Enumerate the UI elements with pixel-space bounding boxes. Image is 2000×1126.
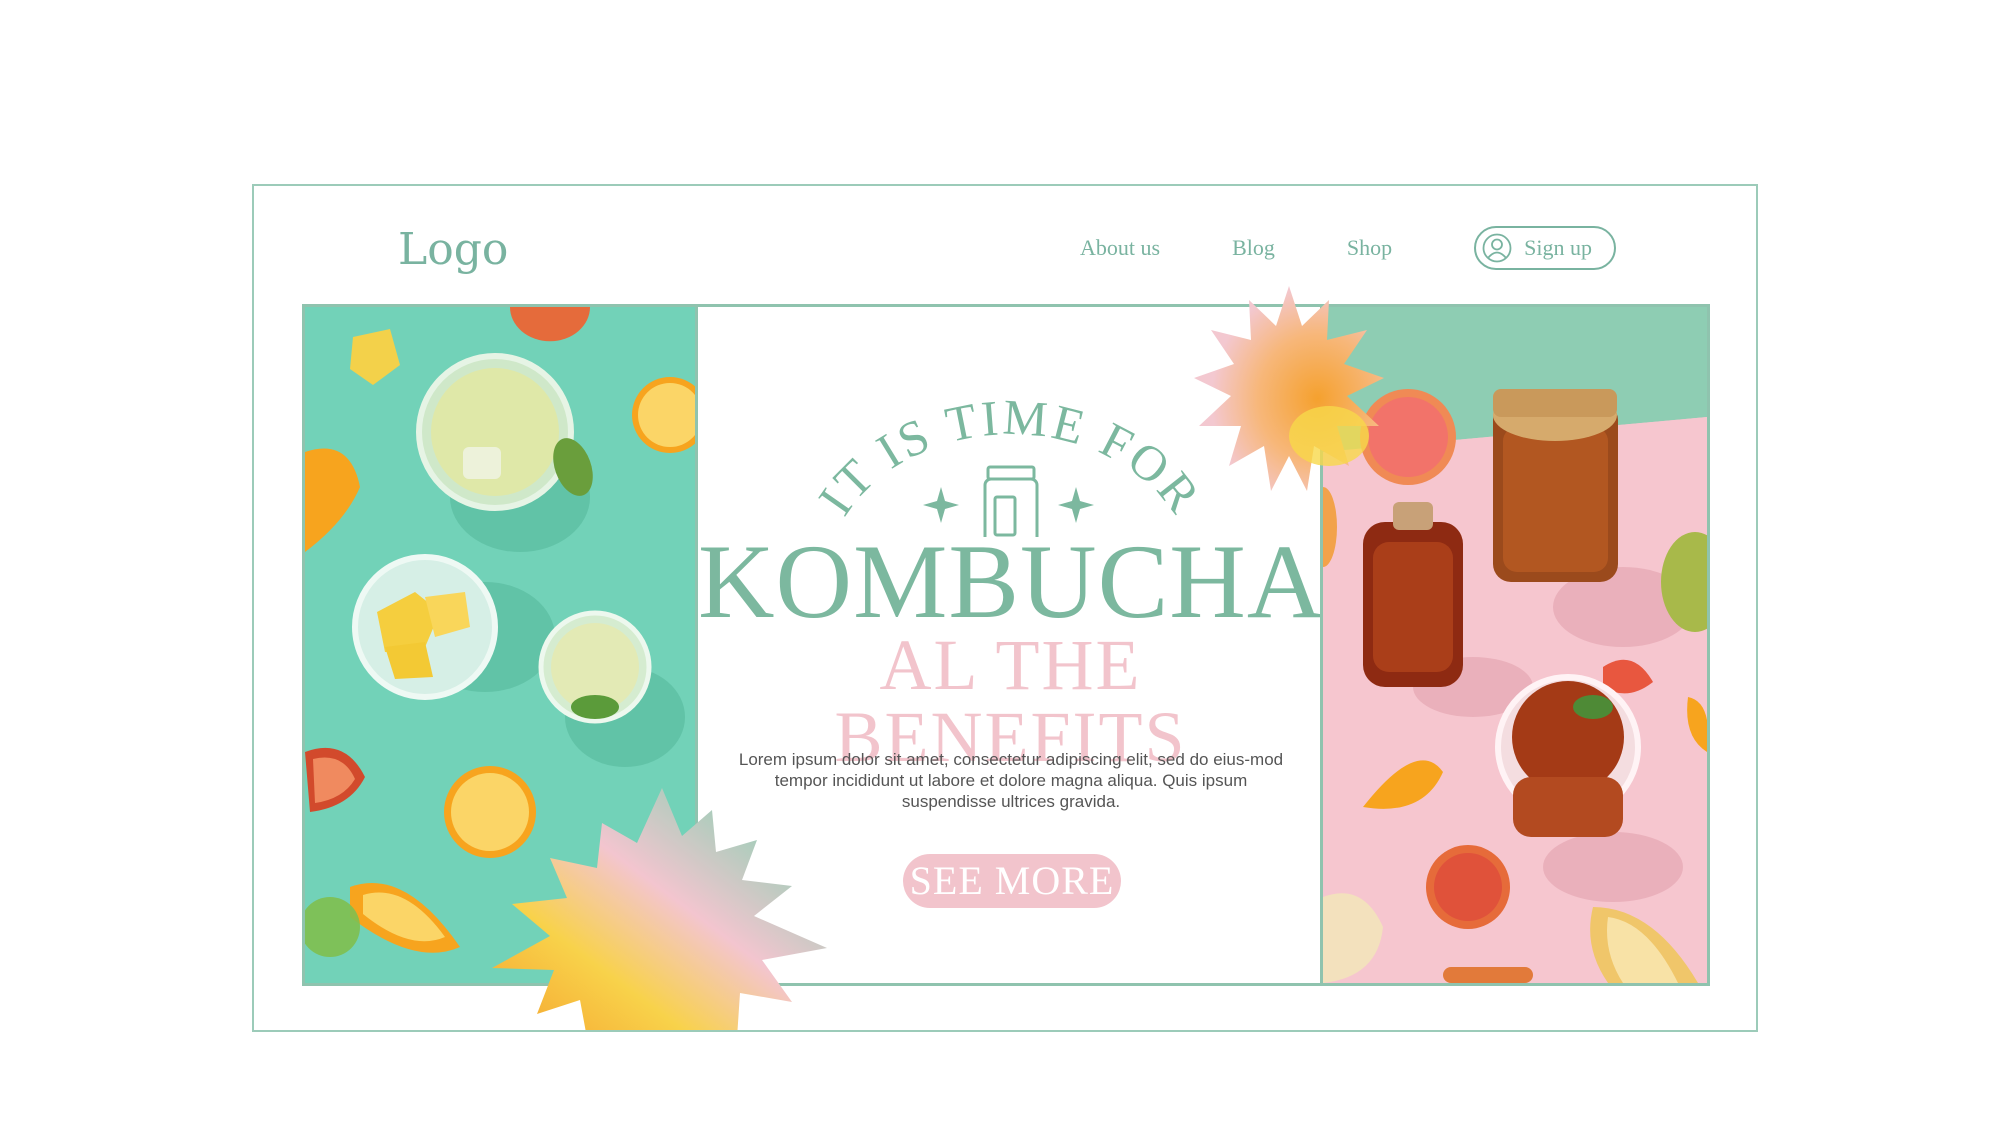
nav-blog[interactable]: Blog: [1232, 235, 1275, 261]
user-circle-icon: [1482, 233, 1512, 263]
signup-button[interactable]: Sign up: [1474, 226, 1616, 270]
sparkle-icon: [1058, 487, 1094, 523]
arc-heading-text: IT IS TIME FOR: [807, 388, 1210, 524]
hero-title: KOMBUCHA: [698, 523, 1325, 640]
starburst-decoration-top: [1194, 286, 1384, 491]
see-more-button[interactable]: SEE MORE: [903, 854, 1121, 908]
nav-about-us[interactable]: About us: [1080, 235, 1160, 261]
logo[interactable]: Logo: [398, 224, 508, 275]
landing-page-frame: Logo About us Blog Shop Sign up IT IS TI…: [252, 184, 1758, 1032]
main-nav: About us Blog Shop Sign up: [1008, 226, 1616, 270]
signup-label: Sign up: [1524, 235, 1592, 260]
nav-shop[interactable]: Shop: [1347, 235, 1392, 261]
sparkle-icon: [923, 487, 959, 523]
svg-text:IT IS TIME FOR: IT IS TIME FOR: [807, 388, 1213, 524]
starburst-decoration-bottom: [492, 788, 827, 1030]
